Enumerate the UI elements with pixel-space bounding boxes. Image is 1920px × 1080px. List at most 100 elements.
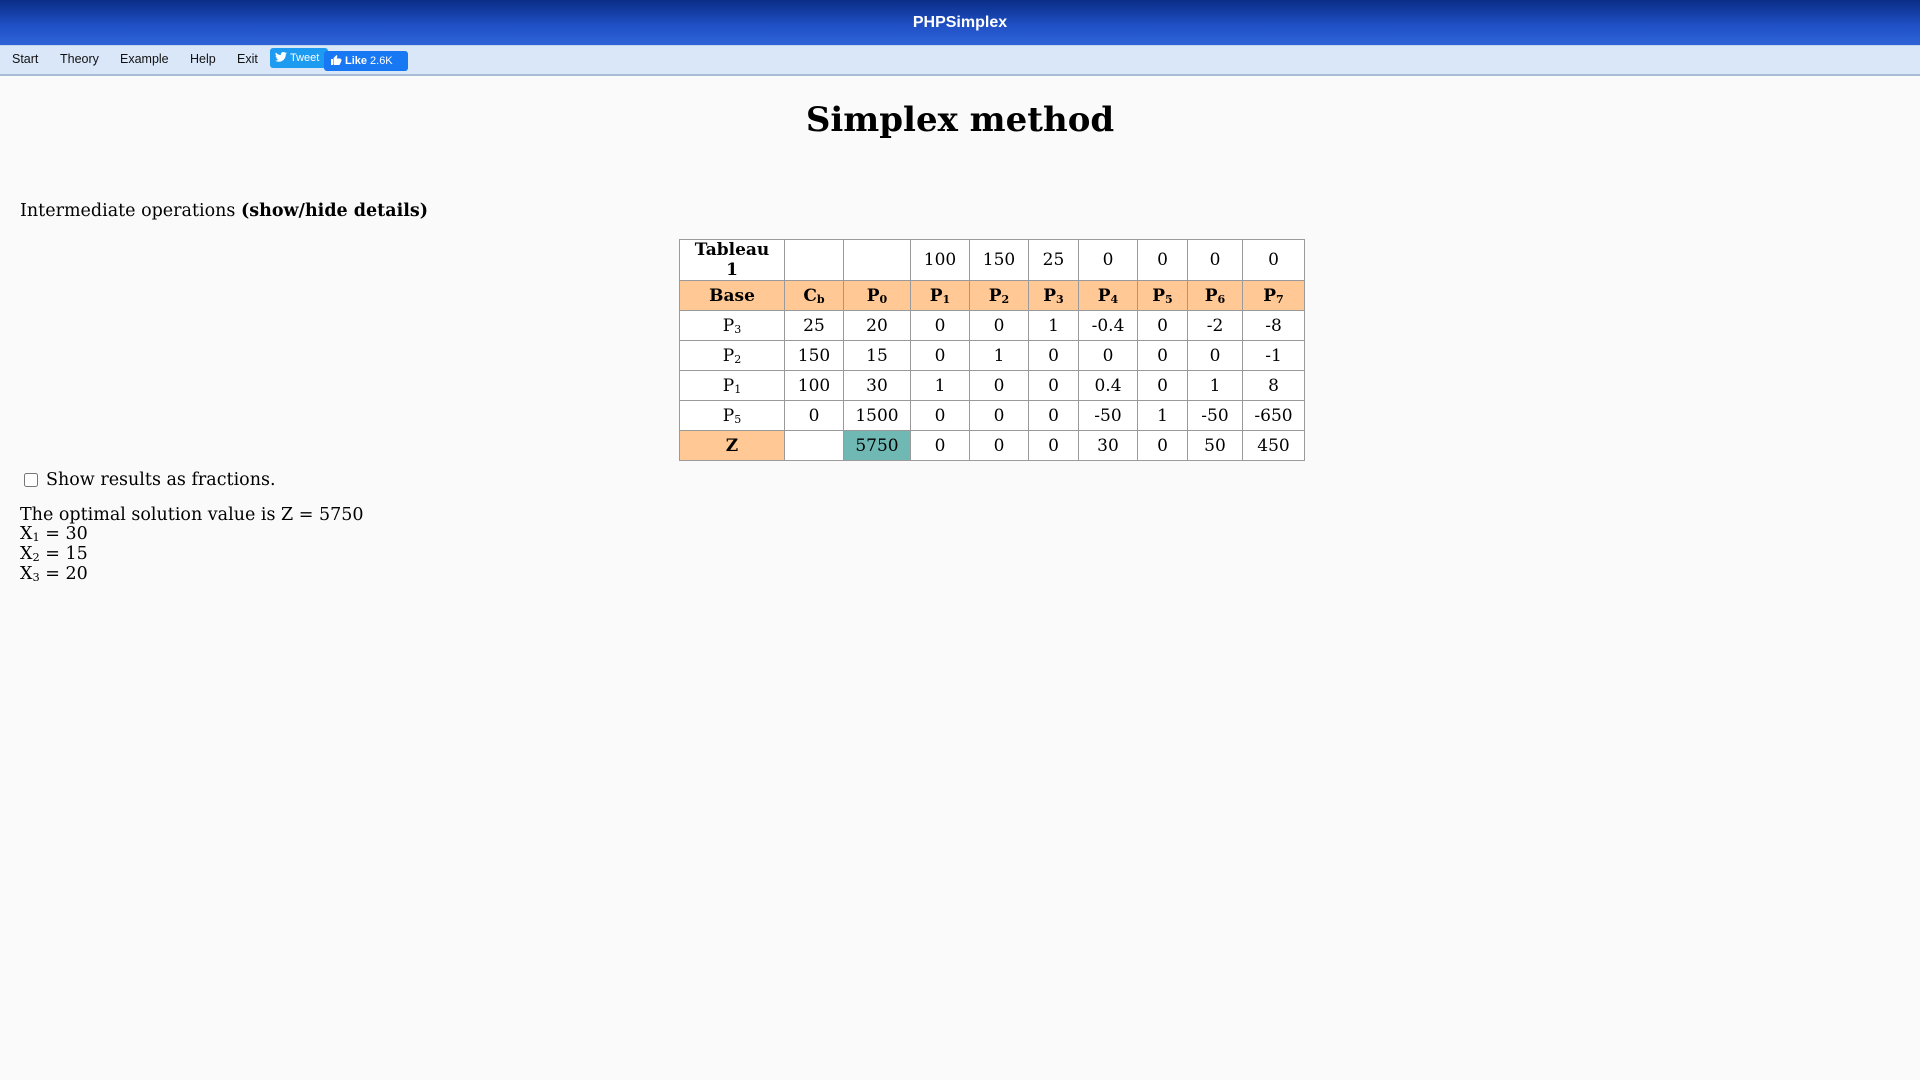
thumbs-up-icon [330, 54, 342, 69]
tableau-cell: 0 [1137, 310, 1188, 341]
cost-cell [843, 239, 911, 281]
basis-variable: P3 [679, 310, 785, 341]
tableau-cell: 1 [1187, 370, 1243, 401]
cost-cell: 150 [969, 239, 1029, 281]
page-title: Simplex method [805, 100, 1115, 140]
tableau-cell: 0 [1187, 340, 1243, 371]
like-count: 2.6K [370, 55, 393, 67]
twitter-bird-icon [275, 51, 287, 65]
tableau-header-row: Base Cb P0 P1 P2 P3 P4 P5 P6 P7 [679, 280, 1305, 311]
cost-cell: 0 [1187, 239, 1243, 281]
column-header: P2 [969, 280, 1029, 311]
z-cell: 50 [1187, 430, 1243, 461]
menu-theory[interactable]: Theory [60, 52, 99, 66]
solution-value: = 30 [45, 524, 88, 544]
tableau-cell: 0 [1137, 370, 1188, 401]
tableau-cell: 0 [969, 370, 1029, 401]
z-cell: 0 [969, 430, 1029, 461]
tableau-cell: 1500 [843, 400, 911, 431]
intermediate-label: Intermediate operations [20, 201, 236, 221]
show-fractions-label[interactable]: Show results as fractions. [46, 470, 276, 490]
tableau-cell: 0 [910, 340, 970, 371]
z-cell: 0 [1137, 430, 1188, 461]
menu-start[interactable]: Start [12, 52, 38, 66]
tableau-cell: 0 [1137, 340, 1188, 371]
tableau-cell: 25 [784, 310, 844, 341]
solution-variable: X2 = 15 [20, 544, 88, 565]
cost-cell: 25 [1028, 239, 1079, 281]
tableau-cell: -50 [1078, 400, 1138, 431]
tableau-cell: -0.4 [1078, 310, 1138, 341]
tableau-cell: 1 [1137, 400, 1188, 431]
tableau-cell: 150 [784, 340, 844, 371]
tableau-row: P3 25 20 0 0 1 -0.4 0 -2 -8 [679, 310, 1305, 341]
column-header: Cb [784, 280, 844, 311]
basis-variable: P1 [679, 370, 785, 401]
menu-example[interactable]: Example [120, 52, 169, 66]
z-cell: 0 [910, 430, 970, 461]
column-header: P3 [1028, 280, 1079, 311]
tableau-cell: -2 [1187, 310, 1243, 341]
solution-variable: X3 = 20 [20, 564, 88, 585]
tableau-cell: 0 [1028, 400, 1079, 431]
facebook-like-button[interactable]: Like 2.6K [324, 51, 408, 71]
tableau-cell: 0 [1028, 340, 1079, 371]
tweet-button[interactable]: Tweet [270, 48, 328, 68]
tableau-z-row: Z 5750 0 0 0 30 0 50 450 [679, 430, 1305, 461]
app-title: PHPSimplex [912, 13, 1008, 31]
tableau-cell: 20 [843, 310, 911, 341]
z-cell: 30 [1078, 430, 1138, 461]
tableau-cell: 0 [910, 310, 970, 341]
tableau-cell: 30 [843, 370, 911, 401]
app-title-bar: PHPSimplex [0, 0, 1920, 45]
header-base: Base [679, 280, 785, 311]
tweet-label: Tweet [290, 52, 320, 64]
column-header: P5 [1137, 280, 1188, 311]
tableau-cell: 0 [1078, 340, 1138, 371]
tableau-cell: 1 [1028, 310, 1079, 341]
z-cell: 0 [1028, 430, 1079, 461]
tableau-row: P1 100 30 1 0 0 0.4 0 1 8 [679, 370, 1305, 401]
tableau-cell: 0 [1028, 370, 1079, 401]
solution-value: = 15 [45, 544, 88, 564]
tableau-cell: 0 [910, 400, 970, 431]
tableau-cell: -50 [1187, 400, 1243, 431]
tableau-cell: 1 [969, 340, 1029, 371]
tableau-cell: 0 [969, 400, 1029, 431]
z-cell [784, 430, 844, 461]
z-label: Z [679, 430, 785, 461]
cost-cell: 100 [910, 239, 970, 281]
tableau-cell: 100 [784, 370, 844, 401]
tableau-cell: 8 [1242, 370, 1305, 401]
menu-bar: Start Theory Example Help Exit Tweet Lik… [0, 45, 1920, 76]
solution-value: = 20 [45, 564, 88, 584]
tableau-cost-row: Tableau 1 100 150 25 0 0 0 0 [679, 239, 1305, 281]
column-header: P4 [1078, 280, 1138, 311]
cost-cell: 0 [1242, 239, 1305, 281]
tableau-cell: 1 [910, 370, 970, 401]
like-label: Like [345, 55, 368, 67]
cost-cell: 0 [1078, 239, 1138, 281]
tableau-cell: 0 [969, 310, 1029, 341]
column-header: P7 [1242, 280, 1305, 311]
tableau-cell: 15 [843, 340, 911, 371]
show-fractions-checkbox[interactable] [24, 473, 38, 487]
tableau-cell: -650 [1242, 400, 1305, 431]
cost-cell [784, 239, 844, 281]
intermediate-operations: Intermediate operations (show/hide detai… [20, 201, 428, 221]
tableau-cell: -8 [1242, 310, 1305, 341]
tableau-cell: 0.4 [1078, 370, 1138, 401]
solution-variable: X1 = 30 [20, 524, 88, 545]
tableau-row: P2 150 15 0 1 0 0 0 0 -1 [679, 340, 1305, 371]
column-header: P6 [1187, 280, 1243, 311]
optimal-value-text: The optimal solution value is Z = 5750 [20, 505, 364, 525]
menu-help[interactable]: Help [190, 52, 216, 66]
basis-variable: P2 [679, 340, 785, 371]
solution-summary: The optimal solution value is Z = 5750 X… [20, 506, 364, 585]
fractions-option: Show results as fractions. [24, 470, 276, 490]
z-value-cell: 5750 [843, 430, 911, 461]
menu-exit[interactable]: Exit [237, 52, 258, 66]
tableau-row: P5 0 1500 0 0 0 -50 1 -50 -650 [679, 400, 1305, 431]
show-hide-details-link[interactable]: (show/hide details) [241, 201, 428, 221]
basis-variable: P5 [679, 400, 785, 431]
